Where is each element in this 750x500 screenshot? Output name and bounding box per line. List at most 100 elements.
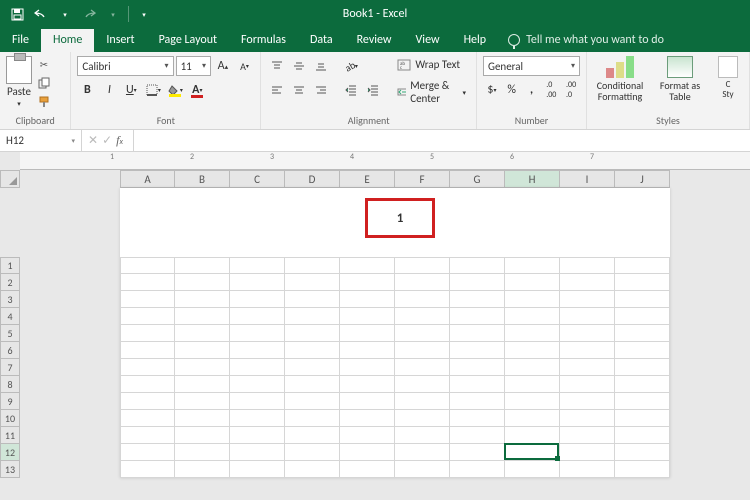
cell[interactable] [340,342,395,359]
column-header[interactable]: B [175,170,230,188]
column-header[interactable]: I [560,170,615,188]
column-header[interactable]: A [120,170,175,188]
cell[interactable] [560,444,615,461]
align-top-icon[interactable] [267,56,287,76]
column-header[interactable]: C [230,170,285,188]
cell[interactable] [505,308,560,325]
percent-format-icon[interactable]: % [503,80,521,100]
cell[interactable] [230,342,285,359]
cell[interactable] [230,308,285,325]
cell[interactable] [340,376,395,393]
cell[interactable] [505,325,560,342]
cell[interactable] [120,393,175,410]
cell[interactable] [450,257,505,274]
cell[interactable] [450,291,505,308]
cell[interactable] [450,444,505,461]
cell[interactable] [450,325,505,342]
tab-formulas[interactable]: Formulas [229,29,298,52]
cell[interactable] [395,274,450,291]
cell[interactable] [175,359,230,376]
cell[interactable] [395,342,450,359]
row-header[interactable]: 10 [0,410,20,427]
cell[interactable] [230,376,285,393]
cell[interactable] [615,376,670,393]
cell[interactable] [560,257,615,274]
cell[interactable] [340,410,395,427]
cell[interactable] [450,274,505,291]
cell[interactable] [230,427,285,444]
row-header[interactable]: 6 [0,342,20,359]
cell[interactable] [285,257,340,274]
cell[interactable] [340,444,395,461]
cell[interactable] [560,376,615,393]
cell[interactable] [230,393,285,410]
font-size-combo[interactable]: 11▾ [176,56,211,76]
format-as-table-button[interactable]: Format as Table [653,56,707,102]
cell[interactable] [505,274,560,291]
row-header[interactable]: 4 [0,308,20,325]
cell[interactable] [450,376,505,393]
cell[interactable] [175,393,230,410]
cell[interactable] [120,274,175,291]
cell[interactable] [175,444,230,461]
row-header[interactable]: 12 [0,444,20,461]
column-header[interactable]: E [340,170,395,188]
cell[interactable] [505,359,560,376]
align-middle-icon[interactable] [289,56,309,76]
row-header[interactable]: 9 [0,393,20,410]
cell[interactable] [560,410,615,427]
cell[interactable] [505,257,560,274]
cell[interactable] [505,427,560,444]
increase-decimal-icon[interactable]: .0.00 [542,80,560,100]
cell[interactable] [340,257,395,274]
column-header[interactable]: G [450,170,505,188]
cell[interactable] [560,274,615,291]
tab-help[interactable]: Help [452,29,499,52]
cell[interactable] [615,410,670,427]
cell[interactable] [175,461,230,478]
cell[interactable] [450,393,505,410]
cell[interactable] [615,427,670,444]
cancel-formula-icon[interactable]: ✕ [88,133,98,148]
border-button[interactable]: ▾ [143,80,163,100]
cell[interactable] [615,308,670,325]
undo-icon[interactable] [32,5,50,23]
tab-data[interactable]: Data [298,29,345,52]
cell[interactable] [285,342,340,359]
cell[interactable] [560,291,615,308]
number-format-combo[interactable]: General▾ [483,56,580,76]
cell[interactable] [505,342,560,359]
align-center-icon[interactable] [289,80,309,100]
cell[interactable] [285,461,340,478]
tab-file[interactable]: File [0,29,41,52]
comma-format-icon[interactable]: , [523,80,541,100]
cell[interactable] [560,359,615,376]
cell[interactable] [560,308,615,325]
cell[interactable] [120,359,175,376]
cell[interactable] [285,376,340,393]
cell[interactable] [120,410,175,427]
name-box[interactable]: H12▾ [0,130,82,151]
align-bottom-icon[interactable] [311,56,331,76]
row-header[interactable]: 11 [0,427,20,444]
cell[interactable] [230,325,285,342]
cell[interactable] [175,291,230,308]
cell-styles-button[interactable]: CSty [713,56,743,100]
cell[interactable] [340,325,395,342]
cell[interactable] [340,427,395,444]
cell[interactable] [230,257,285,274]
qat-customize-icon[interactable]: ▾ [135,5,153,23]
cell[interactable] [505,291,560,308]
cell[interactable] [230,291,285,308]
save-icon[interactable] [8,5,26,23]
italic-button[interactable]: I [99,80,119,100]
cell[interactable] [340,291,395,308]
cell[interactable] [505,393,560,410]
cell[interactable] [615,342,670,359]
increase-indent-icon[interactable] [363,80,383,100]
cell[interactable] [120,342,175,359]
cell[interactable] [285,359,340,376]
cell[interactable] [395,257,450,274]
cell[interactable] [395,376,450,393]
cell[interactable] [615,393,670,410]
